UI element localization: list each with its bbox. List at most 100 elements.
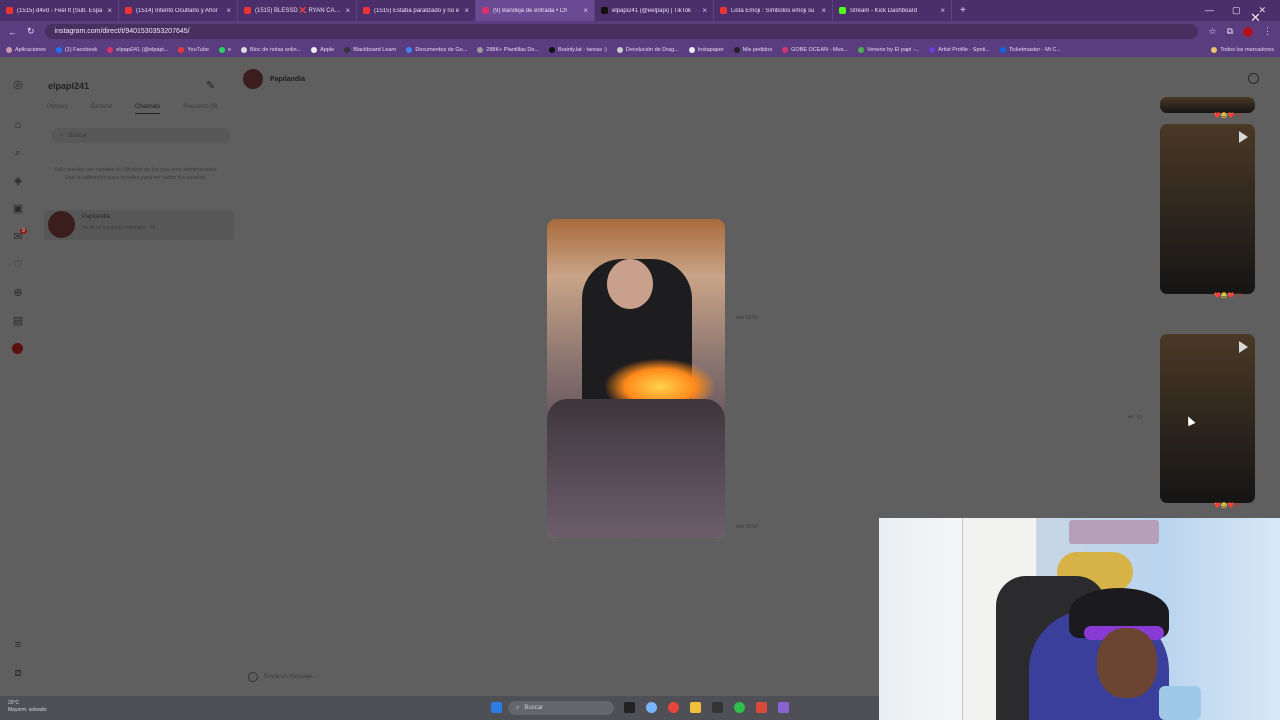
back-icon[interactable]: ← [8,27,17,37]
browser-tab[interactable]: elpapi241 (@eelpapi) | TikTok × [595,0,714,21]
reload-icon[interactable]: ↻ [27,26,35,37]
browser-tab-active[interactable]: (9) Bandeja de entrada • Ch × [476,0,595,21]
apps-icon [6,46,12,53]
webcam-frame [1097,628,1157,698]
obs-icon[interactable] [756,702,767,713]
profile-avatar[interactable] [12,343,23,354]
webcam-frame [1159,686,1201,720]
message-input[interactable]: Envía un mensaje... [248,669,868,685]
ticketmaster-icon [999,46,1006,53]
instagram-logo-icon[interactable]: ◎ [12,79,24,91]
reel-message[interactable] [1160,124,1255,294]
browser-tab[interactable]: Lista Emoji : Símbolos emoji su × [714,0,833,21]
heart-icon[interactable]: ♡ [12,259,24,271]
templates-icon [477,46,484,53]
tab-requests[interactable]: Requests (9) [183,104,217,114]
reel-reactions: ❤️😂❤️ 52 [1214,503,1243,509]
more-menu-icon[interactable]: ≡ [12,639,24,651]
create-icon[interactable]: ⊕ [12,287,24,299]
apple-icon [311,46,318,53]
bookmark-item[interactable]: Artist Profile - Spoti... [929,46,990,53]
all-bookmarks[interactable]: Todos los marcadores [1211,46,1274,53]
tab-channels[interactable]: Channels [135,104,161,114]
close-tab-icon[interactable]: × [226,6,231,15]
bookmark-item[interactable]: YouTube [178,46,209,53]
reply-icon[interactable]: ↩ ☺ [1128,413,1143,421]
bookmark-item[interactable]: Aplicaciones [6,46,46,53]
emoji-icon[interactable] [248,672,258,682]
compose-icon[interactable]: ✎ [206,79,215,92]
profile-avatar[interactable] [1243,26,1253,37]
reel-viewer[interactable] [547,219,725,538]
notification-badge: 9 [20,228,27,234]
dashboard-icon[interactable]: ▤ [12,315,24,327]
weather-widget[interactable]: 20°C Mayorm. soleado [8,700,46,714]
bookmark-item[interactable]: Blackboard Learn [344,46,396,53]
browser-tab[interactable]: (1515) d4vd - Feel It (Sub. Espa × [0,0,119,21]
close-tab-icon[interactable]: × [940,6,945,15]
message-timestamp: mié 15:52 [736,524,758,530]
veneno-icon [857,46,864,53]
channels-notice: Solo puedes ver canales de difusión de l… [54,167,218,181]
pen-icon [616,46,623,53]
bookmark-star-icon[interactable]: ☆ [1208,26,1216,37]
bookmark-item[interactable]: Apple [311,46,334,53]
bookmark-item[interactable]: (1) Facebook [55,46,97,53]
reel-message[interactable] [1160,334,1255,503]
discord-icon[interactable] [778,702,789,713]
bookmark-item[interactable]: e [218,46,231,53]
bookmark-item[interactable]: Documentos de Go... [406,46,467,53]
threads-icon[interactable]: ⧈ [12,667,24,679]
chat-title[interactable]: Papilandia [270,76,305,83]
taskbar-search[interactable]: ⌕ Buscar [508,701,614,715]
file-explorer-icon[interactable] [690,702,701,713]
avatar[interactable] [243,69,263,89]
minimize-icon[interactable]: — [1205,5,1214,16]
bookmark-item[interactable]: elpapi241 (@elpapi... [107,46,168,53]
maximize-icon[interactable]: ▢ [1232,5,1241,16]
close-tab-icon[interactable]: × [702,6,707,15]
close-tab-icon[interactable]: × [821,6,826,15]
bookmark-item[interactable]: 288K+ Plantillas De... [477,46,539,53]
browser-tab[interactable]: (1515) BLESSD ❌ RYAN CASTR × [238,0,357,21]
close-tab-icon[interactable]: × [464,6,469,15]
browser-tab[interactable]: Stream - Kick Dashboard × [833,0,952,21]
menu-icon[interactable]: ⋮ [1263,26,1272,37]
youtube-icon [244,7,251,14]
search-input[interactable]: ⌕ Buscar [52,128,230,143]
tab-general[interactable]: General [91,104,112,114]
task-view-icon[interactable] [624,702,635,713]
copilot-icon[interactable] [646,702,657,713]
list-item[interactable]: Papilandia Ya no se les envía mensajes ·… [44,210,234,240]
tab-primary[interactable]: Primary [47,104,68,114]
account-username[interactable]: elpapi241 [48,81,89,91]
whatsapp-icon[interactable] [734,702,745,713]
browser-tab[interactable]: (1515) Estaba paralizado y no e × [357,0,476,21]
reel-message[interactable] [1160,97,1255,113]
search-icon[interactable]: ⌕ [12,147,24,159]
bookmark-item[interactable]: Mis pedidos [733,46,772,53]
explore-icon[interactable]: ◈ [12,175,24,187]
reels-icon[interactable]: ▣ [12,203,24,215]
windows-start-icon[interactable] [491,702,502,713]
home-icon[interactable]: ⌂ [12,119,24,131]
close-tab-icon[interactable]: × [345,6,350,15]
close-tab-icon[interactable]: × [583,6,588,15]
bookmark-item[interactable]: Brainly.lat - tareas :) [549,46,607,53]
bookmark-item[interactable]: Bloc de notas onlin... [241,46,301,53]
address-bar[interactable]: instagram.com/direct/t/9401530353207645/ [44,24,1199,39]
new-tab-icon[interactable]: + [952,5,966,16]
bookmark-item[interactable]: GOBE OCEAN - Mus... [782,46,848,53]
close-viewer-icon[interactable]: ✕ [1250,10,1261,26]
bookmark-item[interactable]: Instapaper [688,46,724,53]
browser-tab[interactable]: (1514) Intentó Ocultarlo y Ahor × [119,0,238,21]
chrome-icon[interactable] [668,702,679,713]
close-tab-icon[interactable]: × [107,6,112,15]
extensions-icon[interactable]: ⧉ [1227,26,1233,37]
bookmark-item[interactable]: Devolución de Drag... [616,46,679,53]
info-icon[interactable] [1248,73,1259,84]
bookmark-item[interactable]: Ticketmaster - Mi C... [999,46,1061,53]
google-docs-icon [406,46,413,53]
bookmark-item[interactable]: Veneno by El papi -... [857,46,919,53]
store-icon[interactable] [712,702,723,713]
